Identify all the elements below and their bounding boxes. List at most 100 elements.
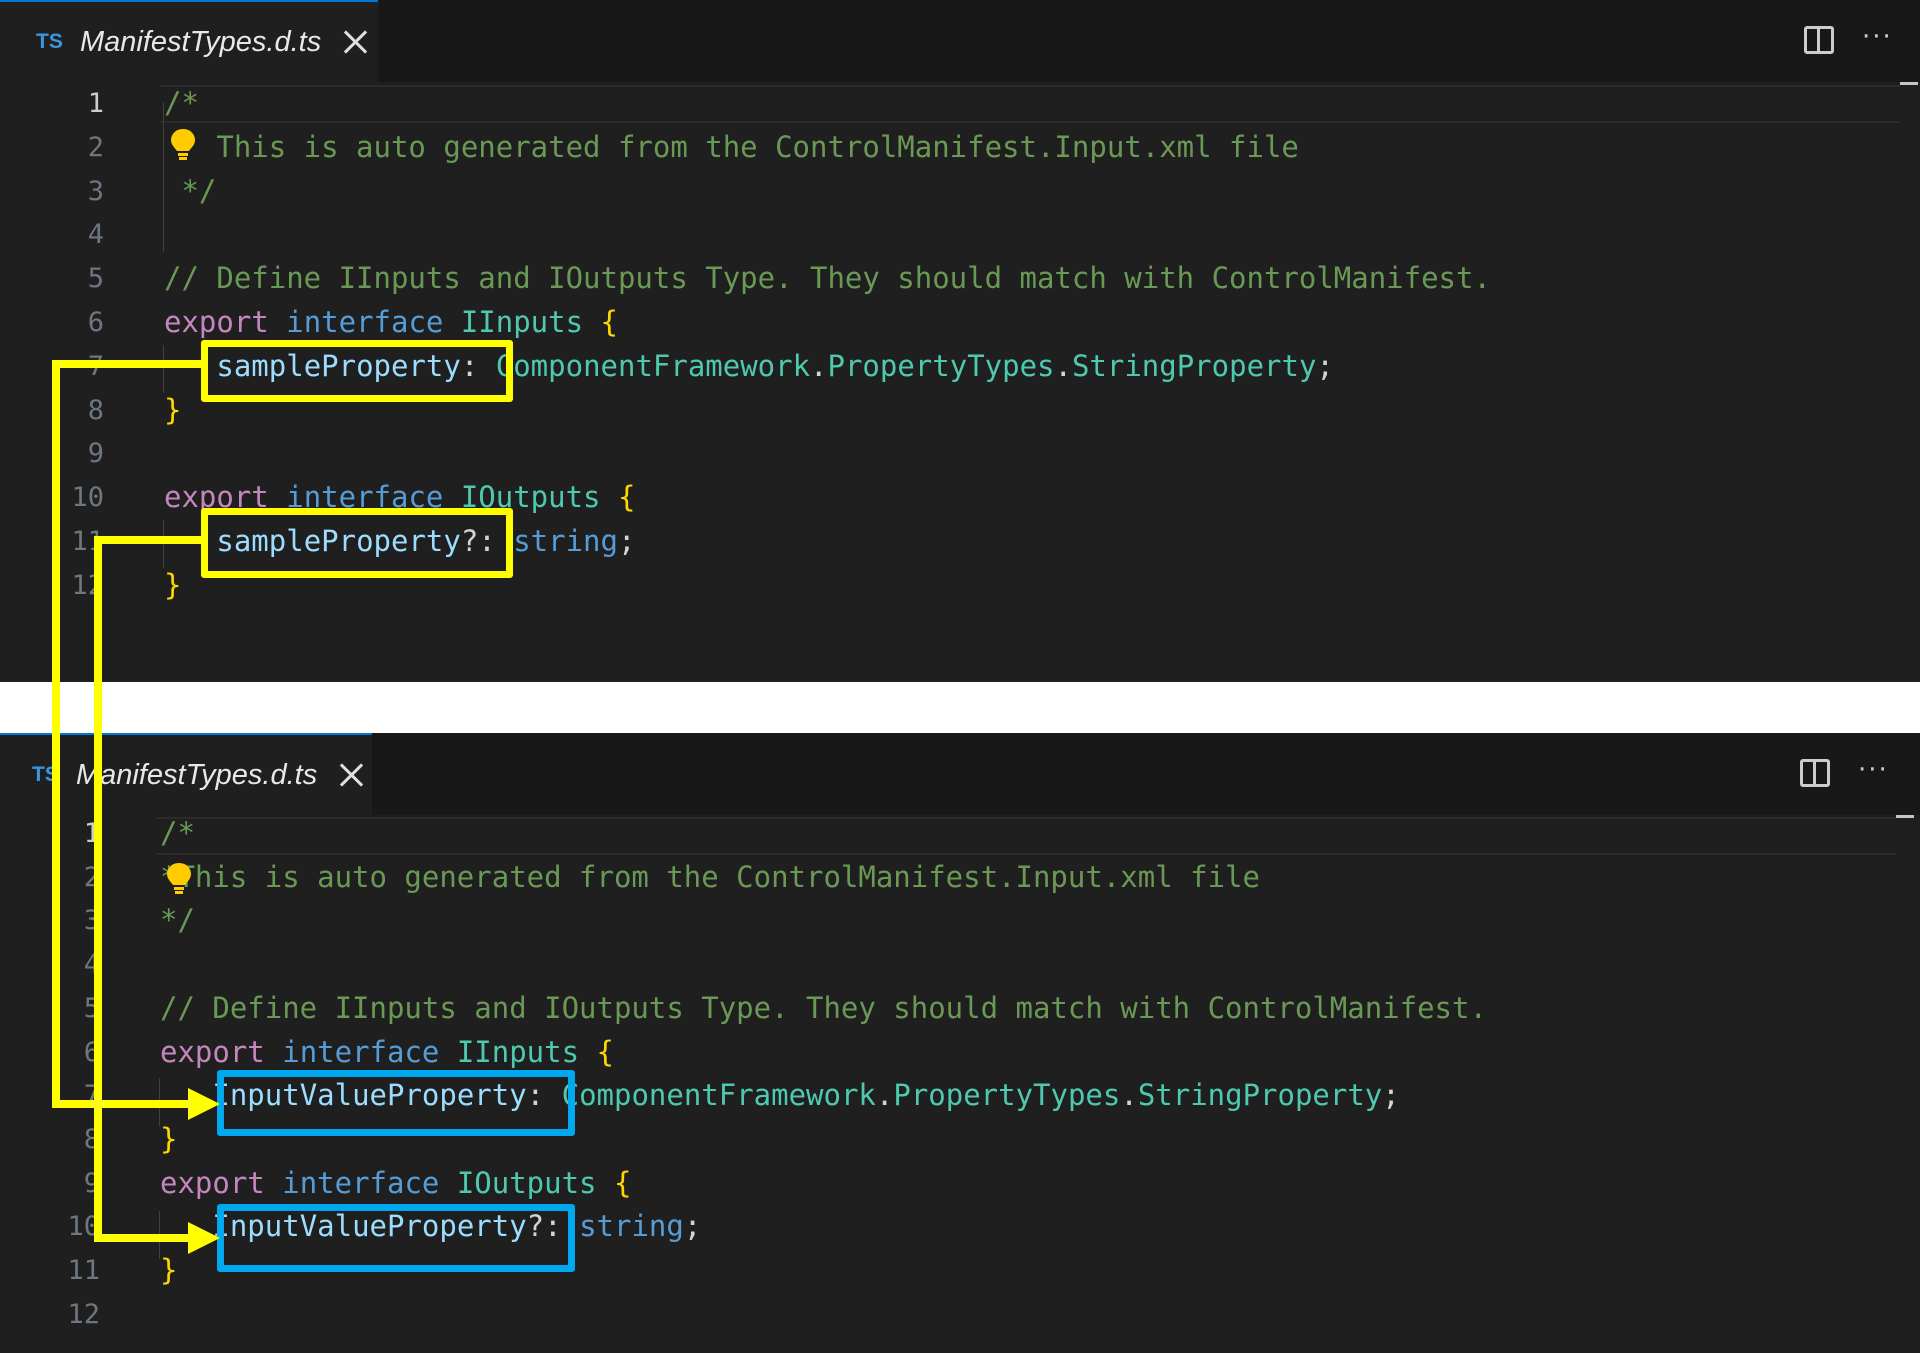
code-line[interactable]: export interface IInputs { bbox=[164, 305, 618, 339]
line-number: 2 bbox=[87, 131, 104, 163]
current-line-highlight bbox=[160, 85, 1900, 123]
code-punctuation: . bbox=[810, 348, 828, 383]
code-line[interactable]: export interface IOutputs { bbox=[160, 1166, 631, 1200]
code-line[interactable]: // Define IInputs and IOutputs Type. The… bbox=[164, 261, 1491, 295]
type-name: ComponentFramework bbox=[561, 1078, 876, 1113]
highlight-box-input-old bbox=[201, 340, 513, 402]
code-line[interactable]: /* bbox=[160, 816, 195, 850]
brace: { bbox=[618, 480, 636, 515]
type-name: PropertyTypes bbox=[827, 348, 1055, 383]
brace: { bbox=[614, 1165, 632, 1200]
brace: { bbox=[600, 305, 618, 339]
type-name: StringProperty bbox=[1071, 348, 1317, 383]
code-comment: // Define IInputs and IOutputs Type. The… bbox=[160, 990, 1487, 1025]
code-punctuation: . bbox=[875, 1078, 894, 1113]
type-name: IOutputs bbox=[456, 1165, 597, 1200]
editor-tab[interactable]: TS ManifestTypes.d.ts bbox=[0, 733, 372, 815]
type-name: PropertyTypes bbox=[893, 1078, 1121, 1113]
code-punctuation: . bbox=[1120, 1078, 1138, 1113]
code-line[interactable]: } bbox=[160, 1122, 177, 1156]
editor-tab[interactable]: TS ManifestTypes.d.ts bbox=[0, 0, 378, 82]
keyword: string bbox=[579, 1209, 684, 1244]
line-number: 12 bbox=[71, 569, 104, 601]
line-number: 9 bbox=[87, 438, 104, 470]
keyword: interface bbox=[286, 305, 444, 339]
keyword: export bbox=[160, 1034, 265, 1069]
brace: } bbox=[160, 1253, 178, 1287]
editor-tab-bar: TS ManifestTypes.d.ts ··· bbox=[0, 733, 1920, 815]
type-name: IInputs bbox=[456, 1034, 580, 1069]
line-number: 6 bbox=[87, 307, 104, 338]
keyword: interface bbox=[282, 1165, 440, 1200]
brace: } bbox=[164, 392, 182, 427]
line-number: 7 bbox=[83, 1080, 100, 1112]
code-line[interactable]: */ bbox=[160, 903, 195, 937]
code-comment: // Define IInputs and IOutputs Type. The… bbox=[164, 261, 1491, 296]
line-number: 8 bbox=[87, 394, 104, 426]
line-number: 11 bbox=[71, 526, 104, 557]
code-punctuation: ; bbox=[617, 524, 636, 558]
code-line[interactable]: /* bbox=[164, 86, 199, 120]
keyword: export bbox=[164, 305, 269, 339]
line-number: 3 bbox=[83, 905, 100, 937]
type-name: ComponentFramework bbox=[495, 348, 811, 383]
more-actions-icon[interactable]: ··· bbox=[1858, 757, 1892, 785]
brace: } bbox=[160, 1121, 178, 1156]
code-punctuation: . bbox=[1054, 348, 1072, 383]
highlight-box-output-old bbox=[201, 508, 513, 578]
code-line[interactable]: *This is auto generated from the Control… bbox=[160, 860, 1260, 894]
line-number: 2 bbox=[83, 861, 100, 893]
tab-filename: ManifestTypes.d.ts bbox=[76, 758, 318, 791]
line-number: 10 bbox=[67, 1211, 100, 1243]
line-number: 1 bbox=[87, 88, 104, 119]
line-number: 3 bbox=[87, 175, 104, 207]
more-actions-icon[interactable]: ··· bbox=[1862, 24, 1896, 52]
code-line[interactable]: This is auto generated from the ControlM… bbox=[164, 130, 1299, 164]
typescript-file-icon: TS bbox=[32, 763, 59, 786]
lightbulb-icon[interactable] bbox=[168, 127, 198, 163]
code-comment: */ bbox=[160, 903, 195, 938]
line-number: 6 bbox=[83, 1036, 100, 1068]
line-number: 12 bbox=[67, 1298, 100, 1330]
line-number: 1 bbox=[83, 818, 100, 849]
type-name: StringProperty bbox=[1137, 1078, 1383, 1113]
code-line[interactable]: */ bbox=[164, 174, 216, 208]
keyword: export bbox=[160, 1165, 265, 1200]
brace: } bbox=[164, 567, 182, 602]
code-line[interactable]: } bbox=[164, 568, 181, 602]
line-number: 8 bbox=[83, 1123, 100, 1155]
close-icon[interactable] bbox=[343, 30, 367, 54]
keyword: string bbox=[513, 524, 618, 558]
line-number: 7 bbox=[87, 350, 104, 382]
tab-filename: ManifestTypes.d.ts bbox=[80, 25, 322, 58]
code-punctuation: ; bbox=[683, 1209, 702, 1244]
line-number: 11 bbox=[67, 1255, 100, 1286]
code-line[interactable]: } bbox=[160, 1253, 177, 1287]
split-editor-icon[interactable] bbox=[1800, 759, 1830, 787]
close-icon[interactable] bbox=[339, 763, 363, 787]
scrollbar-thumb[interactable] bbox=[1900, 82, 1918, 85]
typescript-file-icon: TS bbox=[36, 30, 63, 53]
split-editor-icon[interactable] bbox=[1804, 26, 1834, 54]
keyword: interface bbox=[282, 1034, 440, 1069]
editor-tab-bar: TS ManifestTypes.d.ts ··· bbox=[0, 0, 1920, 82]
code-comment: This is auto generated from the ControlM… bbox=[198, 129, 1299, 164]
current-line-highlight bbox=[156, 817, 1896, 855]
lightbulb-icon[interactable] bbox=[164, 861, 194, 897]
line-number: 4 bbox=[83, 949, 100, 981]
code-comment: /* bbox=[164, 86, 199, 120]
code-line[interactable]: // Define IInputs and IOutputs Type. The… bbox=[160, 991, 1487, 1025]
line-number: 5 bbox=[83, 992, 100, 1024]
line-number: 10 bbox=[71, 482, 104, 514]
code-punctuation: ; bbox=[1382, 1078, 1400, 1113]
line-number: 5 bbox=[87, 263, 104, 295]
type-name: IInputs bbox=[460, 305, 584, 339]
code-line[interactable]: } bbox=[164, 393, 181, 427]
code-line[interactable]: export interface IInputs { bbox=[160, 1035, 614, 1069]
highlight-box-output-new bbox=[217, 1204, 575, 1272]
scrollbar-thumb[interactable] bbox=[1896, 815, 1914, 818]
line-number: 4 bbox=[87, 219, 104, 251]
code-punctuation: ; bbox=[1316, 348, 1334, 383]
code-comment: /* bbox=[160, 816, 195, 850]
code-comment: */ bbox=[164, 173, 217, 208]
